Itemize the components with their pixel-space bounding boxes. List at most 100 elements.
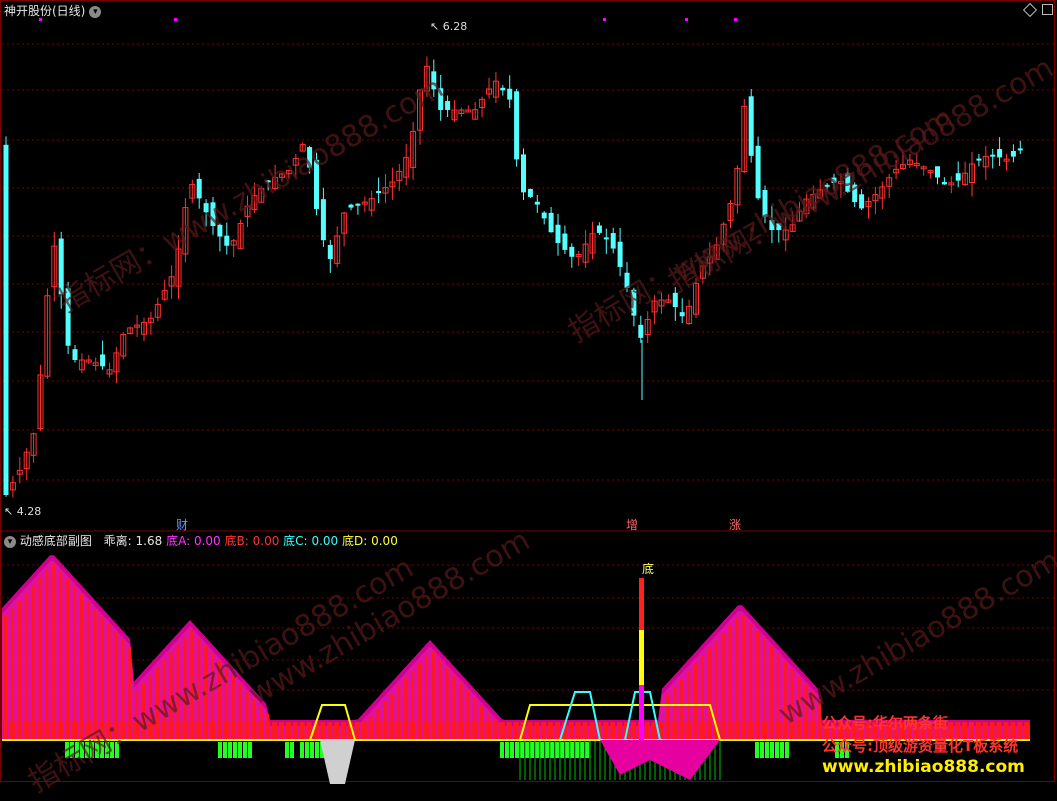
indicator-label: 底A: [166,534,191,548]
red-bar [73,586,76,740]
candle-body [638,324,644,338]
red-block [292,722,298,740]
red-block [741,722,747,740]
maximize-icon[interactable] [1042,4,1053,15]
green-block [535,742,539,758]
event-marker[interactable]: 涨 [729,516,741,533]
green-block [765,742,769,758]
red-block [417,722,422,740]
max-price-value: 6.28 [442,20,468,33]
signal-bar-red [639,578,644,630]
signal-label: 底 [642,562,655,576]
red-block [430,722,436,740]
indicator-item: 底A: 0.00 [166,534,221,548]
top-marker [174,18,177,21]
green-block [755,742,759,758]
red-block [665,722,671,740]
green-block [305,742,309,758]
brand-url: www.zhibiao888.com [822,757,1025,777]
candle-body [596,225,602,233]
green-block [530,742,534,758]
green-block [780,742,784,758]
green-block [570,742,574,758]
candle-body [514,91,520,160]
candle-body [3,144,9,496]
red-block [44,722,50,740]
red-bar [79,593,83,740]
candle-body [555,224,561,243]
red-block [499,722,505,740]
red-block [9,722,15,740]
green-block [585,742,589,758]
red-block [617,722,623,740]
red-block [368,722,374,740]
red-block [506,722,512,740]
red-block [251,722,257,740]
green-block [580,742,584,758]
brand-line-1: 公众号:华尔两条街 [822,714,948,732]
red-bar [66,578,70,740]
candle-body [679,312,685,317]
green-block [785,742,789,758]
indicator-item: 乖离: 1.68 [104,534,163,548]
indicator-label: 底D: [341,534,368,548]
red-block [630,722,636,740]
red-bar [59,570,63,740]
red-block [203,722,209,740]
red-block [196,722,202,740]
red-block [210,722,215,740]
indicator-value: 0.00 [252,534,280,548]
candle-body [72,349,78,360]
green-block [520,742,524,758]
red-block [341,722,347,740]
green-block [500,742,504,758]
dropdown-icon[interactable]: ▾ [89,5,102,18]
dropdown-icon[interactable]: ▾ [4,535,16,548]
signal-bar-magenta [639,685,644,740]
red-block [589,722,595,740]
candle-body [935,166,940,178]
candle-body [500,87,506,91]
event-marker[interactable]: 财 [176,516,188,533]
candle-body [990,154,996,157]
indicator-label: 底B: [224,534,249,548]
red-bar [86,601,90,740]
event-marker[interactable]: 增 [626,516,638,533]
candle-body [941,181,947,185]
red-block [175,722,181,740]
green-block [238,742,242,758]
red-block [575,722,581,740]
green-block [315,742,319,758]
red-block [1024,722,1030,740]
red-block [230,722,236,740]
green-block [560,742,564,758]
candle-body [348,204,354,208]
indicator-value: 0.00 [371,534,398,548]
red-block [334,722,340,740]
red-block [527,722,533,740]
red-block [279,722,284,740]
red-block [603,722,609,740]
green-block [223,742,227,758]
candle-body [976,158,982,161]
red-block [472,722,478,740]
top-marker [734,18,737,21]
max-price-label: ↖ 6.28 [430,20,468,33]
red-bar [742,615,746,740]
green-block [233,742,237,758]
green-block [310,742,314,758]
candle-body [534,201,540,205]
red-block [734,722,740,740]
red-block [299,722,305,740]
red-block [720,722,726,740]
candle-body [224,235,230,246]
red-block [810,722,816,740]
green-block [770,742,774,758]
green-block [545,742,549,758]
red-block [389,722,395,740]
candle-body [327,244,333,259]
green-block [285,742,289,758]
green-block [555,742,559,758]
red-block [541,722,547,740]
red-block [672,722,678,740]
